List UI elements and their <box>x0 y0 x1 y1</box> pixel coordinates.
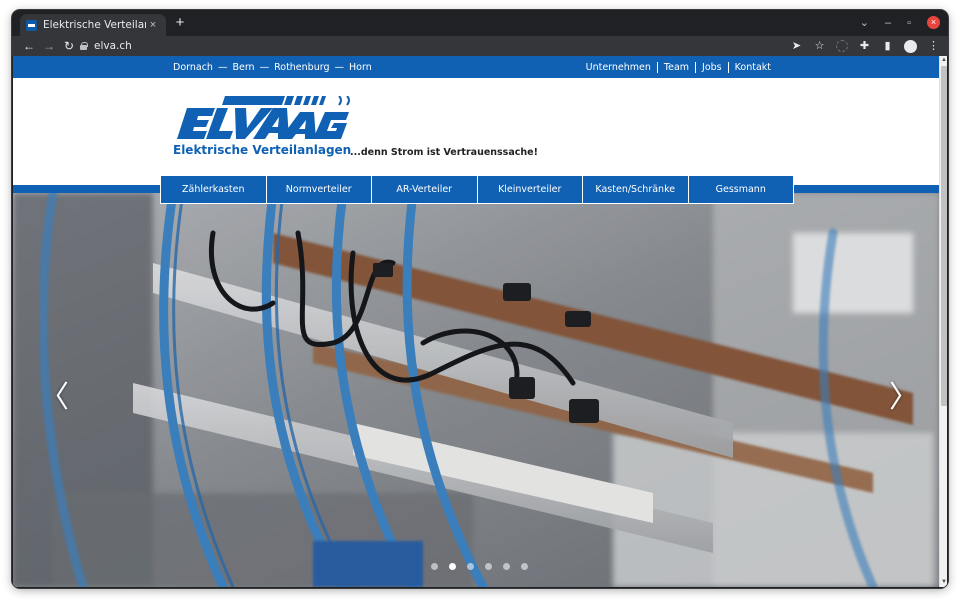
back-icon[interactable]: ← <box>20 39 38 53</box>
slider-dot[interactable] <box>503 563 510 570</box>
slider-dot[interactable] <box>485 563 492 570</box>
slider-next-arrow[interactable]: 〉 <box>889 383 919 413</box>
page-scrollbar[interactable]: ▲ ▼ <box>939 56 947 587</box>
separator: — <box>217 62 228 73</box>
scroll-thumb[interactable] <box>941 66 947 406</box>
location-link[interactable]: Horn <box>349 62 372 73</box>
profile-avatar-icon[interactable] <box>904 39 917 53</box>
browser-toolbar: ← → ↻ elva.ch ➤ ☆ ✚ ▮ ⋮ <box>12 36 948 56</box>
minimize-button[interactable]: – <box>885 17 891 29</box>
slider-prev-arrow[interactable]: 〈 <box>39 383 69 413</box>
slider-dot[interactable] <box>521 563 528 570</box>
lock-icon[interactable] <box>80 42 88 50</box>
location-link[interactable]: Dornach <box>173 62 213 73</box>
link-jobs[interactable]: Jobs <box>695 62 728 73</box>
slider-dot[interactable] <box>467 563 474 570</box>
link-team[interactable]: Team <box>656 62 695 73</box>
location-link[interactable]: Bern <box>232 62 254 73</box>
toolbar-actions: ➤ ☆ ✚ ▮ ⋮ <box>790 39 940 53</box>
tab-strip: Elektrische Verteilanlagen × + ⌄ – ▫ × <box>12 10 948 36</box>
logo-subtitle: Elektrische Verteilanlagen <box>173 143 352 157</box>
extension-loading-icon[interactable] <box>836 40 848 52</box>
forward-icon[interactable]: → <box>40 39 58 53</box>
close-window-button[interactable]: × <box>927 16 940 29</box>
menu-kebab-icon[interactable]: ⋮ <box>927 39 940 53</box>
separator: — <box>259 62 270 73</box>
nav-item-normverteiler[interactable]: Normverteiler <box>265 176 372 203</box>
browser-window: Elektrische Verteilanlagen × + ⌄ – ▫ × ←… <box>12 10 948 588</box>
scroll-up-icon[interactable]: ▲ <box>940 56 947 65</box>
page-viewport: Dornach — Bern — Rothenburg — Horn Unter… <box>13 56 947 587</box>
browser-tab[interactable]: Elektrische Verteilanlagen × <box>20 14 166 36</box>
tab-search-icon[interactable]: ⌄ <box>860 17 869 29</box>
extensions-puzzle-icon[interactable]: ✚ <box>858 39 871 53</box>
nav-item-kleinverteiler[interactable]: Kleinverteiler <box>476 176 583 203</box>
new-tab-button[interactable]: + <box>172 15 188 31</box>
side-panel-icon[interactable]: ▮ <box>881 39 894 53</box>
separator: — <box>334 62 345 73</box>
link-kontakt[interactable]: Kontakt <box>727 62 777 73</box>
url-text[interactable]: elva.ch <box>94 40 132 52</box>
top-links: Unternehmen Team Jobs Kontakt <box>580 62 777 73</box>
slider-dot[interactable] <box>431 563 438 570</box>
top-info-bar: Dornach — Bern — Rothenburg — Horn Unter… <box>13 56 939 78</box>
bookmark-star-icon[interactable]: ☆ <box>813 39 826 53</box>
slider-dot-active[interactable] <box>449 563 456 570</box>
nav-item-zaehlerkasten[interactable]: Zählerkasten <box>161 176 266 203</box>
locations-list: Dornach — Bern — Rothenburg — Horn <box>173 62 372 73</box>
favicon-icon <box>26 19 37 31</box>
reload-icon[interactable]: ↻ <box>60 39 78 53</box>
main-navigation: Zählerkasten Normverteiler AR-Verteiler … <box>160 175 794 204</box>
location-link[interactable]: Rothenburg <box>274 62 329 73</box>
header-brand: Elektrische Verteilanlagen ...denn Strom… <box>13 78 939 182</box>
website: Dornach — Bern — Rothenburg — Horn Unter… <box>13 56 939 587</box>
tagline: ...denn Strom ist Vertrauenssache! <box>350 147 538 158</box>
tab-close-icon[interactable]: × <box>146 19 160 31</box>
send-icon[interactable]: ➤ <box>790 39 803 53</box>
nav-item-kasten-schraenke[interactable]: Kasten/Schränke <box>582 176 688 203</box>
link-unternehmen[interactable]: Unternehmen <box>580 62 657 73</box>
nav-item-gessmann[interactable]: Gessmann <box>687 176 794 203</box>
scroll-down-icon[interactable]: ▼ <box>940 578 947 587</box>
address-bar[interactable]: elva.ch <box>80 38 870 54</box>
window-controls: ⌄ – ▫ × <box>860 16 940 29</box>
hero-slider: 〈 〉 <box>13 193 939 587</box>
nav-item-ar-verteiler[interactable]: AR-Verteiler <box>371 176 477 203</box>
slider-indicators <box>431 563 528 570</box>
maximize-button[interactable]: ▫ <box>907 17 911 29</box>
hero-image <box>13 193 939 587</box>
tab-title: Elektrische Verteilanlagen <box>43 19 146 31</box>
